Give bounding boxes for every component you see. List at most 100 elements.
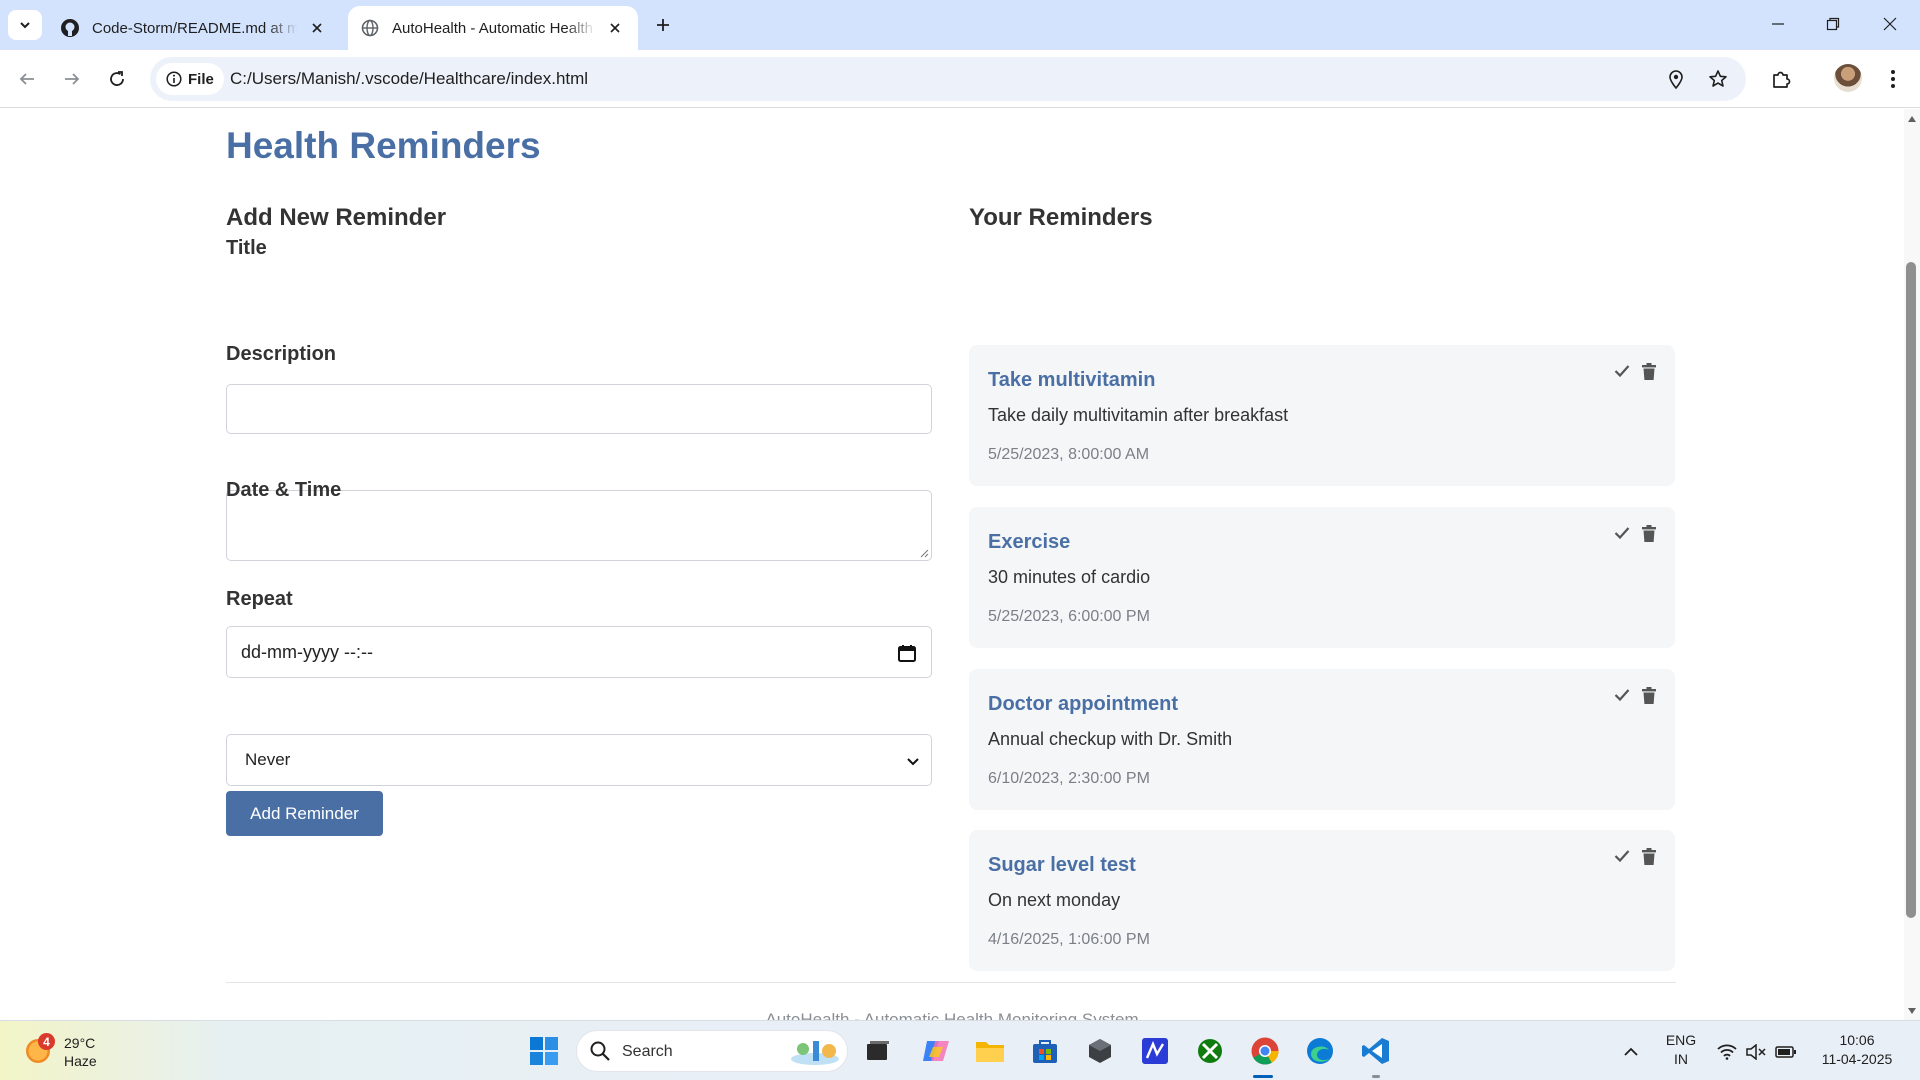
task-view-button[interactable] xyxy=(858,1031,898,1071)
reminder-description: Take daily multivitamin after breakfast xyxy=(988,405,1289,425)
close-icon[interactable] xyxy=(306,17,328,39)
reminder-title: Take multivitamin xyxy=(988,369,1156,391)
complete-check-icon[interactable] xyxy=(1612,361,1632,381)
reminder-datetime: 6/10/2023, 2:30:00 PM xyxy=(988,770,1150,787)
forward-button[interactable] xyxy=(55,62,89,96)
scrollbar-thumb[interactable] xyxy=(1906,262,1916,918)
delete-trash-icon[interactable] xyxy=(1639,361,1659,381)
reminder-datetime: 5/25/2023, 6:00:00 PM xyxy=(988,608,1150,625)
clock-date[interactable]: 11-04-2025 xyxy=(1812,1051,1902,1067)
form-heading: Add New Reminder xyxy=(226,204,447,231)
add-reminder-button[interactable]: Add Reminder xyxy=(226,791,383,836)
wifi-icon[interactable] xyxy=(1716,1041,1738,1063)
minimize-button[interactable] xyxy=(1760,10,1796,38)
arrow-right-icon xyxy=(65,73,80,85)
reload-icon xyxy=(110,71,124,86)
browser-toolbar: File C:/Users/Manish/.vscode/Healthcare/… xyxy=(0,50,1920,108)
browser-menu-button[interactable] xyxy=(1876,62,1910,96)
calendar-icon[interactable] xyxy=(897,643,917,663)
complete-check-icon[interactable] xyxy=(1612,685,1632,705)
list-heading: Your Reminders xyxy=(969,204,1153,231)
complete-check-icon[interactable] xyxy=(1612,523,1632,543)
reminder-card: Exercise 30 minutes of cardio 5/25/2023,… xyxy=(969,507,1675,648)
math-app-button[interactable] xyxy=(1135,1031,1175,1071)
chrome-button[interactable] xyxy=(1245,1031,1285,1071)
title-label: Title xyxy=(226,237,267,259)
taskbar-search-box[interactable]: Search xyxy=(576,1030,848,1072)
arrow-left-icon xyxy=(19,73,34,85)
speaker-muted-icon[interactable] xyxy=(1745,1041,1767,1063)
globe-icon xyxy=(360,18,380,38)
tab-autohealth[interactable]: AutoHealth - Automatic Health Monitoring… xyxy=(348,6,638,50)
xbox-icon xyxy=(1198,1039,1222,1063)
reminder-description: On next monday xyxy=(988,890,1121,910)
weather-widget[interactable]: 4 29°C Haze xyxy=(22,1029,142,1073)
copilot-icon xyxy=(923,1041,949,1061)
delete-trash-icon[interactable] xyxy=(1639,846,1659,866)
scroll-up-arrow-icon[interactable] xyxy=(1904,112,1920,126)
start-button[interactable] xyxy=(524,1031,564,1071)
weather-temperature: 29°C xyxy=(64,1035,96,1051)
reminder-card: Sugar level test On next monday 4/16/202… xyxy=(969,830,1675,971)
close-icon xyxy=(1883,17,1897,31)
url-text[interactable]: C:/Users/Manish/.vscode/Healthcare/index… xyxy=(230,69,588,89)
input-language-bottom[interactable]: IN xyxy=(1660,1051,1702,1067)
clock-time[interactable]: 10:06 xyxy=(1812,1032,1902,1048)
edge-icon xyxy=(1307,1038,1333,1064)
reload-button[interactable] xyxy=(100,62,134,96)
scroll-down-arrow-icon[interactable] xyxy=(1904,1004,1920,1018)
footer-text: AutoHealth - Automatic Health Monitoring… xyxy=(765,1010,1139,1020)
repeat-select[interactable]: Never xyxy=(226,734,932,786)
tab-github-readme[interactable]: Code-Storm/README.md at main xyxy=(48,6,340,50)
restore-icon xyxy=(1826,17,1840,31)
extensions-button[interactable] xyxy=(1764,62,1798,96)
location-icon[interactable] xyxy=(1664,67,1688,91)
xbox-button[interactable] xyxy=(1190,1031,1230,1071)
copilot-button[interactable] xyxy=(916,1031,956,1071)
reminder-description: 30 minutes of cardio xyxy=(988,567,1151,587)
info-icon xyxy=(166,71,182,87)
title-input[interactable] xyxy=(226,384,932,434)
tab-title: Code-Storm/README.md at main xyxy=(92,19,298,37)
vscode-icon xyxy=(1362,1038,1389,1064)
delete-trash-icon[interactable] xyxy=(1639,523,1659,543)
restore-button[interactable] xyxy=(1815,10,1851,38)
description-label: Description xyxy=(226,343,337,365)
chevron-up-icon xyxy=(1624,1047,1638,1056)
back-button[interactable] xyxy=(10,62,44,96)
resize-grip-icon[interactable] xyxy=(919,548,929,558)
search-highlight-art-icon xyxy=(791,1041,839,1065)
search-icon xyxy=(590,1041,610,1061)
chrome-icon xyxy=(1251,1037,1279,1065)
show-hidden-icons-button[interactable] xyxy=(1620,1041,1642,1063)
reminder-title: Exercise xyxy=(988,531,1071,553)
tab-search-button[interactable] xyxy=(8,10,42,40)
vscode-button[interactable] xyxy=(1356,1031,1396,1071)
complete-check-icon[interactable] xyxy=(1612,846,1632,866)
site-chip-label: File xyxy=(188,70,214,88)
address-bar[interactable]: File C:/Users/Manish/.vscode/Healthcare/… xyxy=(150,57,1746,101)
math-app-icon xyxy=(1142,1038,1168,1064)
edge-button[interactable] xyxy=(1300,1031,1340,1071)
more-vertical-icon xyxy=(1891,70,1895,88)
puzzle-icon xyxy=(1773,71,1791,88)
file-explorer-button[interactable] xyxy=(970,1031,1010,1071)
datetime-input[interactable]: dd-mm-yyyy --:-- xyxy=(226,626,932,678)
repeat-selected-value: Never xyxy=(245,750,291,769)
delete-trash-icon[interactable] xyxy=(1639,685,1659,705)
reminder-description: Annual checkup with Dr. Smith xyxy=(988,729,1233,749)
footer-divider xyxy=(226,982,1676,983)
new-tab-button[interactable] xyxy=(650,12,676,38)
input-language-top[interactable]: ENG xyxy=(1660,1032,1702,1048)
tab-strip: Code-Storm/README.md at main AutoHealth … xyxy=(0,0,1920,50)
microsoft-store-button[interactable] xyxy=(1025,1031,1065,1071)
close-icon[interactable] xyxy=(604,17,626,39)
notification-badge: 4 xyxy=(38,1033,55,1050)
page-title: Health Reminders xyxy=(226,125,541,166)
bookmark-star-icon[interactable] xyxy=(1706,67,1730,91)
battery-icon[interactable] xyxy=(1775,1041,1797,1063)
close-window-button[interactable] xyxy=(1872,10,1908,38)
site-info-chip[interactable]: File xyxy=(156,63,224,95)
profile-avatar[interactable] xyxy=(1834,64,1862,92)
app-3d-button[interactable] xyxy=(1080,1031,1120,1071)
